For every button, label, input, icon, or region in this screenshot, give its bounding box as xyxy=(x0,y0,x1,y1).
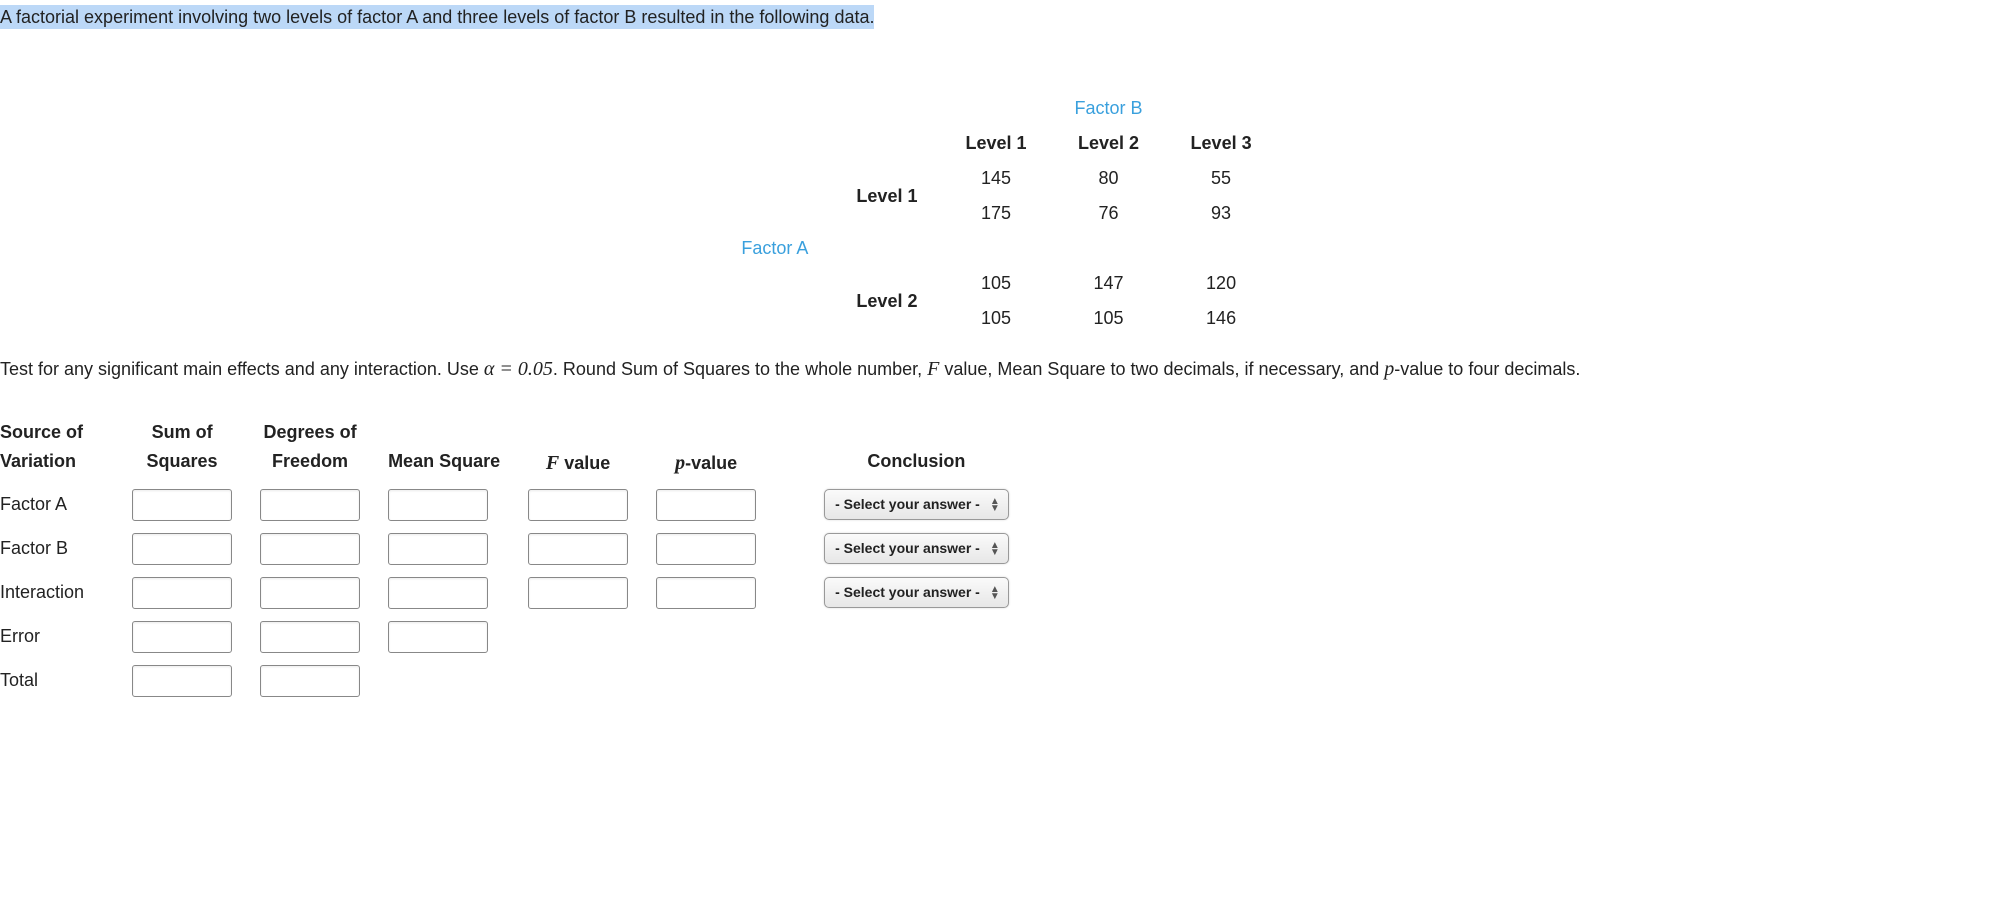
instructions-text: Test for any significant main effects an… xyxy=(0,354,1993,384)
input-ss-factor-b[interactable] xyxy=(132,533,232,565)
input-f-factor-b[interactable] xyxy=(528,533,628,565)
input-df-total[interactable] xyxy=(260,665,360,697)
cell-a2b1-r1: 105 xyxy=(941,266,1050,301)
col-header-level2: Level 2 xyxy=(1051,126,1167,161)
cell-a2b3-r2: 146 xyxy=(1167,301,1276,336)
row-factor-b: Factor B - Select your answer - ▲▼ xyxy=(0,527,1037,571)
problem-intro: A factorial experiment involving two lev… xyxy=(0,5,874,29)
input-df-interaction[interactable] xyxy=(260,577,360,609)
stepper-arrows-icon: ▲▼ xyxy=(990,586,1000,600)
row-header-a-level1: Level 1 xyxy=(832,161,941,231)
hdr-df: Degrees ofFreedom xyxy=(260,414,388,483)
input-p-factor-b[interactable] xyxy=(656,533,756,565)
row-interaction: Interaction - Select your answer - ▲▼ xyxy=(0,571,1037,615)
data-table-region: Factor B Level 1 Level 2 Level 3 Level 1… xyxy=(0,91,1993,336)
cell-a1b1-r1: 145 xyxy=(941,161,1050,196)
instr-part1: Test for any significant main effects an… xyxy=(0,359,484,379)
hdr-pvalue: p-value xyxy=(656,414,784,483)
cell-a2b2-r1: 147 xyxy=(1051,266,1167,301)
input-df-factor-b[interactable] xyxy=(260,533,360,565)
input-ss-error[interactable] xyxy=(132,621,232,653)
hdr-ms: Mean Square xyxy=(388,414,528,483)
instr-part4: -value to four decimals. xyxy=(1394,359,1580,379)
f-symbol: F xyxy=(927,358,939,380)
select-conclusion-factor-b[interactable]: - Select your answer - ▲▼ xyxy=(824,533,1009,564)
row-total: Total xyxy=(0,659,1037,703)
input-ss-interaction[interactable] xyxy=(132,577,232,609)
hdr-conclusion: Conclusion xyxy=(784,414,1037,483)
factor-b-header: Factor B xyxy=(1051,91,1167,126)
select-placeholder-text: - Select your answer - xyxy=(835,494,980,515)
select-placeholder-text: - Select your answer - xyxy=(835,538,980,559)
input-ms-error[interactable] xyxy=(388,621,488,653)
input-ss-factor-a[interactable] xyxy=(132,489,232,521)
row-error: Error xyxy=(0,615,1037,659)
hdr-source: Source ofVariation xyxy=(0,414,132,483)
hdr-ss: Sum ofSquares xyxy=(132,414,260,483)
input-ms-factor-b[interactable] xyxy=(388,533,488,565)
input-p-factor-a[interactable] xyxy=(656,489,756,521)
label-error: Error xyxy=(0,615,132,659)
input-df-error[interactable] xyxy=(260,621,360,653)
input-p-interaction[interactable] xyxy=(656,577,756,609)
data-table: Factor B Level 1 Level 2 Level 3 Level 1… xyxy=(717,91,1275,336)
cell-a1b2-r2: 76 xyxy=(1051,196,1167,231)
cell-a2b2-r2: 105 xyxy=(1051,301,1167,336)
cell-a2b1-r2: 105 xyxy=(941,301,1050,336)
p-symbol: p xyxy=(1384,358,1394,380)
cell-a1b3-r1: 55 xyxy=(1167,161,1276,196)
label-factor-a: Factor A xyxy=(0,483,132,527)
row-factor-a: Factor A - Select your answer - ▲▼ xyxy=(0,483,1037,527)
select-placeholder-text: - Select your answer - xyxy=(835,582,980,603)
input-ms-interaction[interactable] xyxy=(388,577,488,609)
cell-a1b3-r2: 93 xyxy=(1167,196,1276,231)
input-ss-total[interactable] xyxy=(132,665,232,697)
cell-a2b3-r1: 120 xyxy=(1167,266,1276,301)
cell-a1b1-r2: 175 xyxy=(941,196,1050,231)
factor-a-header: Factor A xyxy=(717,231,832,266)
select-conclusion-factor-a[interactable]: - Select your answer - ▲▼ xyxy=(824,489,1009,520)
select-conclusion-interaction[interactable]: - Select your answer - ▲▼ xyxy=(824,577,1009,608)
cell-a1b2-r1: 80 xyxy=(1051,161,1167,196)
label-total: Total xyxy=(0,659,132,703)
anova-table: Source ofVariation Sum ofSquares Degrees… xyxy=(0,414,1037,703)
alpha-expression: α = 0.05 xyxy=(484,358,553,380)
label-factor-b: Factor B xyxy=(0,527,132,571)
instr-part2: . Round Sum of Squares to the whole numb… xyxy=(553,359,927,379)
instr-part3: value, Mean Square to two decimals, if n… xyxy=(939,359,1384,379)
row-header-a-level2: Level 2 xyxy=(832,266,941,336)
label-interaction: Interaction xyxy=(0,571,132,615)
input-f-factor-a[interactable] xyxy=(528,489,628,521)
input-f-interaction[interactable] xyxy=(528,577,628,609)
col-header-level3: Level 3 xyxy=(1167,126,1276,161)
stepper-arrows-icon: ▲▼ xyxy=(990,542,1000,556)
input-df-factor-a[interactable] xyxy=(260,489,360,521)
hdr-fvalue: F value xyxy=(528,414,656,483)
col-header-level1: Level 1 xyxy=(941,126,1050,161)
input-ms-factor-a[interactable] xyxy=(388,489,488,521)
stepper-arrows-icon: ▲▼ xyxy=(990,498,1000,512)
